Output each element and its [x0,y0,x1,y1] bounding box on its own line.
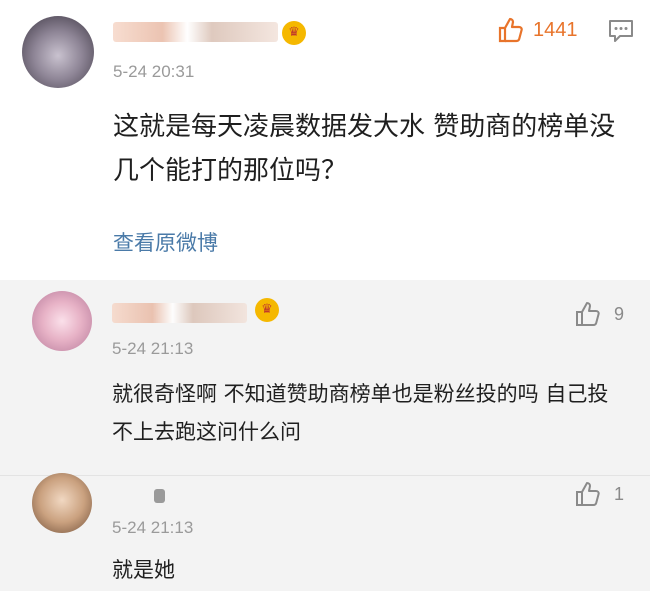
divider [0,475,650,476]
main-comment: ♛ 5-24 20:31 1441 这就是每天凌晨数据发大水 赞助商的榜单没几个… [0,0,650,280]
reply-timestamp: 5-24 21:13 [112,518,194,537]
thumbs-up-icon [498,17,523,43]
view-original-link[interactable]: 查看原微博 [113,227,218,257]
reply-text: 就是她 [112,558,175,582]
comment-text: 这就是每天凌晨数据发大水 赞助商的榜单没几个能打的那位吗？ [113,112,616,186]
like-count: 1441 [533,18,578,41]
reply-like-button[interactable]: 9 [574,300,624,328]
username-blurred[interactable] [113,22,278,42]
reply-like-count: 1 [614,483,625,504]
like-button[interactable]: 1441 [497,16,578,44]
vip-crown-icon: ♛ [282,21,306,45]
vip-crown-icon: ♛ [255,298,279,322]
comment-icon[interactable] [607,17,635,49]
reply-timestamp: 5-24 21:13 [112,339,194,358]
user-avatar-icon[interactable] [22,16,94,88]
username-blurred[interactable] [154,489,165,503]
user-avatar-icon[interactable] [32,291,92,351]
reply-like-button[interactable]: 1 [574,480,624,508]
reply-like-count: 9 [614,303,625,324]
reply-text: 就很奇怪啊 不知道赞助商榜单也是粉丝投的吗 自己投不上去跑这问什么问 [112,382,609,444]
thumbs-up-icon [576,482,600,506]
user-avatar-icon[interactable] [32,473,92,533]
comment-timestamp: 5-24 20:31 [113,62,195,81]
username-blurred[interactable] [112,303,247,323]
thumbs-up-icon [576,302,600,326]
